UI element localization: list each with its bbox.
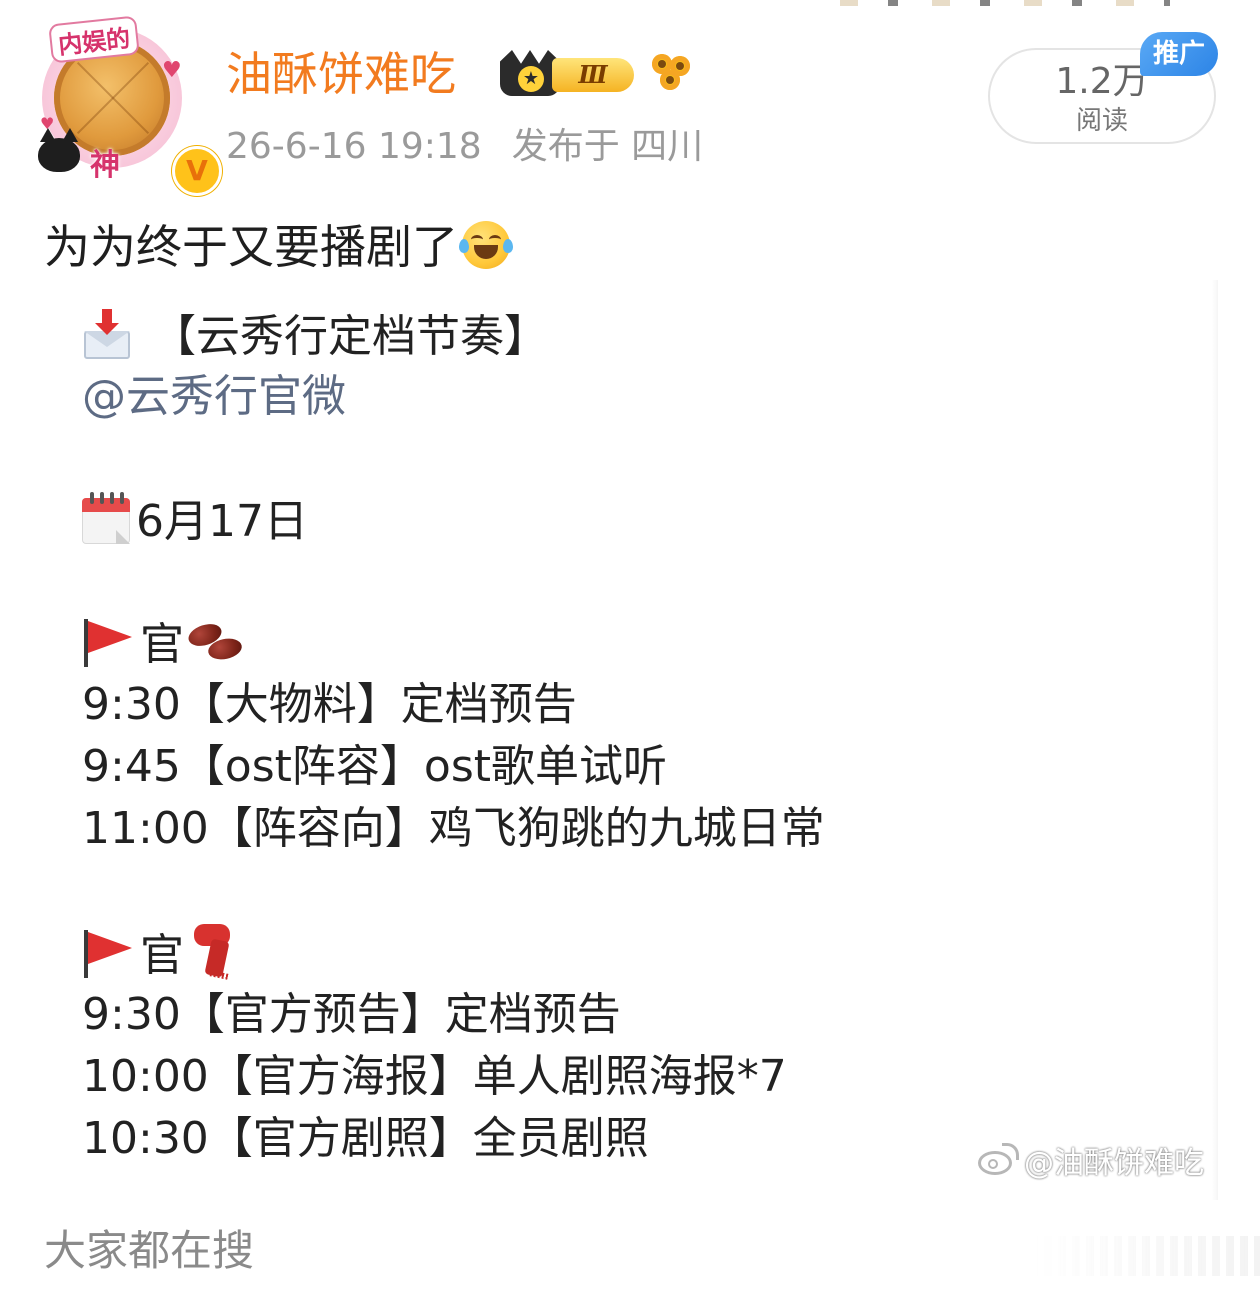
calendar-ring bbox=[120, 492, 124, 504]
crown-level-badge[interactable]: ★ Ⅲ bbox=[500, 50, 634, 96]
weibo-logo-icon bbox=[976, 1143, 1020, 1179]
incoming-envelope-icon bbox=[82, 309, 132, 359]
location: 发布于 四川 bbox=[511, 126, 704, 167]
read-label: 阅读 bbox=[1075, 106, 1128, 136]
scarf-fringe bbox=[209, 970, 229, 980]
schedule-item: 10:00【官方海报】单人剧照海报*7 bbox=[82, 1051, 787, 1102]
sunflower-center bbox=[658, 60, 666, 68]
calendar-ring bbox=[110, 492, 114, 504]
scarf-icon bbox=[190, 924, 234, 980]
group-heading: 官 bbox=[82, 924, 234, 985]
red-flag-icon bbox=[82, 617, 132, 667]
avatar-bottom-label: 神 bbox=[90, 148, 120, 183]
post-image[interactable]: 【云秀行定档节奏】 @云秀行官微 6月17日 官 9:30【大物料】定档预告 9… bbox=[40, 280, 1218, 1200]
calendar-ring bbox=[90, 492, 94, 504]
schedule-item: 9:30【官方预告】定档预告 bbox=[82, 989, 621, 1040]
sunflower-center bbox=[666, 76, 674, 84]
group-label: 官 bbox=[140, 619, 184, 670]
trending-search-title: 大家都在搜 bbox=[44, 1226, 255, 1275]
emoji-tear bbox=[459, 239, 469, 253]
flag-cloth bbox=[88, 621, 132, 653]
emoji-tear bbox=[503, 239, 513, 253]
avatar[interactable]: 内娱的 ♥ ♥ 神 V bbox=[36, 14, 222, 196]
date-line: 6月17日 bbox=[82, 492, 308, 551]
schedule-item: 9:30【大物料】定档预告 bbox=[82, 679, 577, 730]
timestamp: 26-6-16 19:18 bbox=[226, 126, 482, 167]
schedule-heading-line: 【云秀行定档节奏】 bbox=[82, 308, 548, 366]
image-edge bbox=[1212, 280, 1218, 1200]
emoji-eye bbox=[489, 235, 501, 244]
calendar-ring bbox=[100, 492, 104, 504]
arrow-head bbox=[95, 323, 119, 335]
schedule-item: 10:30【官方剧照】全员剧照 bbox=[82, 1113, 649, 1164]
verified-badge-icon: V bbox=[172, 146, 222, 196]
calendar-curl bbox=[116, 530, 130, 544]
flag-cloth bbox=[88, 932, 132, 964]
beans-icon bbox=[185, 619, 246, 663]
post-text: 为为终于又要播剧了 bbox=[44, 214, 513, 280]
weibo-logo-arc bbox=[1002, 1143, 1019, 1160]
schedule-heading: 【云秀行定档节奏】 bbox=[152, 311, 548, 362]
laughing-tears-emoji-icon bbox=[459, 221, 513, 269]
promo-badge[interactable]: 推广 bbox=[1140, 32, 1218, 76]
star-icon: ★ bbox=[518, 66, 544, 92]
schedule-item: 11:00【阵容向】鸡飞狗跳的九城日常 bbox=[82, 803, 825, 854]
weibo-logo-inner bbox=[988, 1159, 998, 1169]
emoji-mouth bbox=[474, 245, 498, 259]
username[interactable]: 油酥饼难吃 bbox=[226, 44, 456, 104]
group-heading: 官 bbox=[82, 616, 246, 674]
red-flag-icon bbox=[82, 928, 132, 978]
mention-link[interactable]: @云秀行官微 bbox=[82, 368, 346, 426]
black-cat-icon bbox=[38, 128, 80, 172]
watermark-text: @油酥饼难吃 bbox=[1024, 1146, 1204, 1181]
crown-level-label: Ⅲ bbox=[552, 58, 634, 92]
group-label: 官 bbox=[140, 930, 184, 981]
trending-search-preview bbox=[1030, 1236, 1260, 1276]
sunflower-center bbox=[676, 62, 684, 70]
watermark: @油酥饼难吃 bbox=[976, 1140, 1204, 1188]
post-meta: 26-6-16 19:18 发布于 四川 bbox=[226, 124, 703, 170]
sunflower-icon[interactable] bbox=[650, 52, 694, 96]
cropped-top-strip bbox=[840, 0, 1170, 6]
emoji-eye bbox=[471, 235, 483, 244]
schedule-item: 9:45【ost阵容】ost歌单试听 bbox=[82, 741, 667, 792]
calendar-icon bbox=[82, 492, 130, 544]
heart-icon: ♥ bbox=[162, 58, 182, 83]
post-body: 为为终于又要播剧了 bbox=[44, 220, 458, 274]
schedule-date: 6月17日 bbox=[136, 496, 308, 547]
